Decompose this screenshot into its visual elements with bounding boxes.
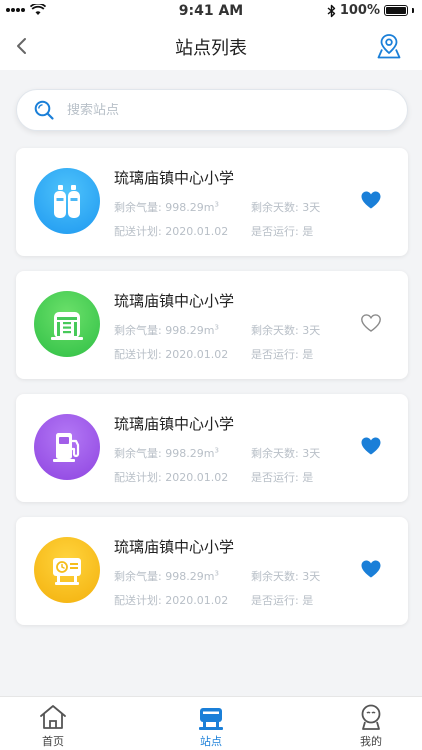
fuel-pump-icon <box>34 414 100 480</box>
nav-bar: 站点列表 <box>0 22 422 70</box>
remaining-days-label: 剩余天数: <box>251 570 299 583</box>
tab-bar: 首页 站点 我的 <box>0 696 422 750</box>
status-right: 100% <box>327 3 414 18</box>
station-icon <box>199 708 223 730</box>
gas-unit: m <box>203 324 215 337</box>
delivery-plan-label: 配送计划: <box>114 348 162 361</box>
remaining-gas-value: 998.29 <box>165 447 204 460</box>
delivery-plan: 配送计划: 2020.01.02 <box>114 592 228 608</box>
delivery-plan-value: 2020.01.02 <box>165 348 229 361</box>
tab-home[interactable]: 首页 <box>18 703 88 749</box>
profile-icon <box>361 704 381 730</box>
delivery-plan: 配送计划: 2020.01.02 <box>114 346 228 362</box>
page-title: 站点列表 <box>175 38 247 59</box>
remaining-gas-value: 998.29 <box>165 570 204 583</box>
back-icon[interactable] <box>12 34 34 58</box>
gas-unit: m <box>203 570 215 583</box>
heart-filled-icon[interactable] <box>360 436 382 456</box>
delivery-plan: 配送计划: 2020.01.02 <box>114 469 228 485</box>
delivery-plan-value: 2020.01.02 <box>165 594 229 607</box>
station-name: 琉璃庙镇中心小学 <box>114 415 235 433</box>
remaining-days-label: 剩余天数: <box>251 324 299 337</box>
running-status-label: 是否运行: <box>251 225 299 238</box>
fuel-pump-glyph <box>53 433 80 462</box>
home-icon <box>40 705 66 729</box>
gas-unit: m <box>203 447 215 460</box>
delivery-plan: 配送计划: 2020.01.02 <box>114 223 228 239</box>
remaining-days-value: 3天 <box>302 201 321 214</box>
map-location-icon[interactable] <box>376 32 402 60</box>
delivery-plan-value: 2020.01.02 <box>165 471 229 484</box>
remaining-gas-label: 剩余气量: <box>114 447 162 460</box>
station-name: 琉璃庙镇中心小学 <box>114 538 235 556</box>
station-card[interactable]: 琉璃庙镇中心小学 剩余气量: 998.29m3 剩余天数: 3天 配送计划: 2… <box>16 271 408 379</box>
station-card[interactable]: 琉璃庙镇中心小学 剩余气量: 998.29m3 剩余天数: 3天 配送计划: 2… <box>16 517 408 625</box>
running-status-label: 是否运行: <box>251 471 299 484</box>
battery-tip <box>412 8 414 13</box>
heart-filled-icon[interactable] <box>360 559 382 579</box>
tab-label-profile: 我的 <box>360 735 382 748</box>
tab-profile[interactable]: 我的 <box>336 703 406 749</box>
remaining-days-value: 3天 <box>302 570 321 583</box>
running-status-label: 是否运行: <box>251 594 299 607</box>
remaining-days-label: 剩余天数: <box>251 447 299 460</box>
gas-meter-glyph <box>53 558 81 585</box>
station-name: 琉璃庙镇中心小学 <box>114 292 235 310</box>
running-status-value: 是 <box>302 225 314 238</box>
gas-unit-exponent: 3 <box>214 569 219 578</box>
station-card[interactable]: 琉璃庙镇中心小学 剩余气量: 998.29m3 剩余天数: 3天 配送计划: 2… <box>16 394 408 502</box>
bluetooth-icon <box>327 4 336 17</box>
remaining-days: 剩余天数: 3天 <box>251 445 320 461</box>
remaining-gas-label: 剩余气量: <box>114 570 162 583</box>
gas-tank-building-glyph <box>51 312 83 340</box>
delivery-plan-value: 2020.01.02 <box>165 225 229 238</box>
heart-filled-icon[interactable] <box>360 190 382 210</box>
remaining-gas: 剩余气量: 998.29m3 <box>114 199 219 215</box>
tab-label-home: 首页 <box>42 735 64 748</box>
remaining-gas: 剩余气量: 998.29m3 <box>114 322 219 338</box>
gas-meter-icon <box>34 537 100 603</box>
status-bar: 9:41 AM 100% <box>0 0 422 22</box>
battery-percent: 100% <box>339 3 380 18</box>
gas-cylinders-icon <box>34 168 100 234</box>
delivery-plan-label: 配送计划: <box>114 471 162 484</box>
battery-icon <box>384 5 408 16</box>
remaining-gas: 剩余气量: 998.29m3 <box>114 568 219 584</box>
tab-station[interactable]: 站点 <box>176 703 246 749</box>
gas-unit-exponent: 3 <box>214 323 219 332</box>
search-bar[interactable] <box>16 89 408 131</box>
running-status-value: 是 <box>302 471 314 484</box>
remaining-gas-label: 剩余气量: <box>114 201 162 214</box>
remaining-gas-label: 剩余气量: <box>114 324 162 337</box>
remaining-days-value: 3天 <box>302 447 321 460</box>
remaining-gas-value: 998.29 <box>165 324 204 337</box>
delivery-plan-label: 配送计划: <box>114 225 162 238</box>
station-name: 琉璃庙镇中心小学 <box>114 169 235 187</box>
running-status-label: 是否运行: <box>251 348 299 361</box>
gas-tank-building-icon <box>34 291 100 357</box>
search-input[interactable] <box>67 102 367 118</box>
remaining-days: 剩余天数: 3天 <box>251 568 320 584</box>
station-card[interactable]: 琉璃庙镇中心小学 剩余气量: 998.29m3 剩余天数: 3天 配送计划: 2… <box>16 148 408 256</box>
running-status: 是否运行: 是 <box>251 346 313 362</box>
remaining-days-value: 3天 <box>302 324 321 337</box>
tab-label-station: 站点 <box>200 735 222 748</box>
search-icon <box>34 100 54 120</box>
delivery-plan-label: 配送计划: <box>114 594 162 607</box>
remaining-gas: 剩余气量: 998.29m3 <box>114 445 219 461</box>
running-status: 是否运行: 是 <box>251 592 313 608</box>
running-status-value: 是 <box>302 594 314 607</box>
remaining-days-label: 剩余天数: <box>251 201 299 214</box>
gas-unit-exponent: 3 <box>214 200 219 209</box>
remaining-days: 剩余天数: 3天 <box>251 199 320 215</box>
heart-outline-icon[interactable] <box>360 313 382 333</box>
running-status: 是否运行: 是 <box>251 223 313 239</box>
remaining-gas-value: 998.29 <box>165 201 204 214</box>
running-status: 是否运行: 是 <box>251 469 313 485</box>
gas-cylinders-glyph <box>54 185 80 218</box>
remaining-days: 剩余天数: 3天 <box>251 322 320 338</box>
running-status-value: 是 <box>302 348 314 361</box>
gas-unit-exponent: 3 <box>214 446 219 455</box>
gas-unit: m <box>203 201 215 214</box>
